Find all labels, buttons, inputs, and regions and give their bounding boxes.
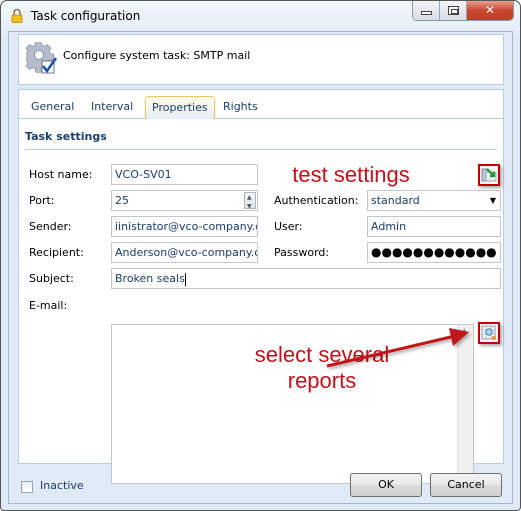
tab-bar: General Interval Properties Rights (19, 90, 503, 119)
section-divider (25, 149, 497, 150)
tab-properties[interactable]: Properties (145, 96, 215, 119)
dialog-client-area: Configure system task: SMTP mail General… (8, 31, 513, 504)
user-value: Admin (371, 220, 407, 233)
minimize-icon (421, 11, 432, 15)
host-name-value: VCO-SV01 (115, 168, 172, 181)
authentication-value: standard (371, 194, 420, 207)
header-panel: Configure system task: SMTP mail (18, 34, 504, 85)
select-reports-icon (481, 325, 496, 340)
subject-value: Broken seals (115, 272, 185, 285)
authentication-select[interactable]: standard ▼ (367, 190, 501, 211)
window-title: Task configuration (31, 9, 141, 23)
user-label: User: (274, 220, 303, 233)
user-input[interactable]: Admin (367, 216, 501, 237)
inactive-label[interactable]: Inactive (40, 479, 84, 492)
gear-check-icon (26, 42, 58, 74)
task-configuration-window: Task configuration ✕ Configure system ta… (0, 0, 521, 511)
port-stepper[interactable]: 25 (111, 190, 258, 211)
header-text: Configure system task: SMTP mail (63, 49, 251, 62)
port-label: Port: (29, 194, 55, 207)
password-input[interactable]: ●●●●●●●●●●●● (367, 242, 501, 263)
test-settings-button[interactable] (478, 164, 500, 186)
select-reports-button[interactable] (478, 322, 500, 344)
authentication-label: Authentication: (274, 194, 359, 207)
recipient-input[interactable]: Anderson@vco-company.com (111, 242, 258, 263)
spin-buttons-icon[interactable] (244, 191, 256, 210)
annotation-test-settings: test settings (292, 162, 410, 187)
sender-input[interactable]: iinistrator@vco-company.com (111, 216, 258, 237)
recipient-label: Recipient: (29, 246, 84, 259)
tab-rights[interactable]: Rights (217, 96, 264, 119)
inactive-checkbox[interactable] (21, 481, 33, 493)
subject-input[interactable]: Broken seals (111, 268, 501, 289)
maximize-button[interactable] (440, 1, 467, 20)
text-caret (184, 272, 186, 286)
chevron-down-icon: ▼ (489, 196, 496, 205)
minimize-button[interactable] (413, 1, 440, 20)
properties-panel: General Interval Properties Rights Task … (18, 89, 504, 484)
host-name-input[interactable]: VCO-SV01 (111, 164, 258, 185)
host-name-label: Host name: (29, 168, 93, 181)
section-title: Task settings (25, 130, 107, 143)
lock-icon (11, 8, 23, 23)
cancel-button[interactable]: Cancel (430, 473, 502, 497)
title-bar[interactable]: Task configuration ✕ (1, 1, 520, 31)
subject-label: Subject: (29, 272, 74, 285)
sender-label: Sender: (29, 220, 72, 233)
recipient-value: Anderson@vco-company.com (115, 246, 257, 259)
ok-button[interactable]: OK (350, 473, 422, 497)
close-icon: ✕ (484, 3, 496, 17)
sender-value: iinistrator@vco-company.com (115, 220, 257, 233)
tab-interval[interactable]: Interval (85, 96, 139, 119)
port-value: 25 (115, 194, 129, 207)
password-value: ●●●●●●●●●●●● (371, 245, 497, 259)
tab-general[interactable]: General (25, 96, 80, 119)
close-button[interactable]: ✕ (467, 1, 513, 20)
annotation-arrow-icon (326, 328, 469, 368)
window-controls: ✕ (412, 1, 514, 21)
password-label: Password: (274, 246, 330, 259)
maximize-icon (448, 6, 459, 15)
email-label: E-mail: (29, 299, 68, 312)
test-settings-icon (481, 168, 497, 182)
